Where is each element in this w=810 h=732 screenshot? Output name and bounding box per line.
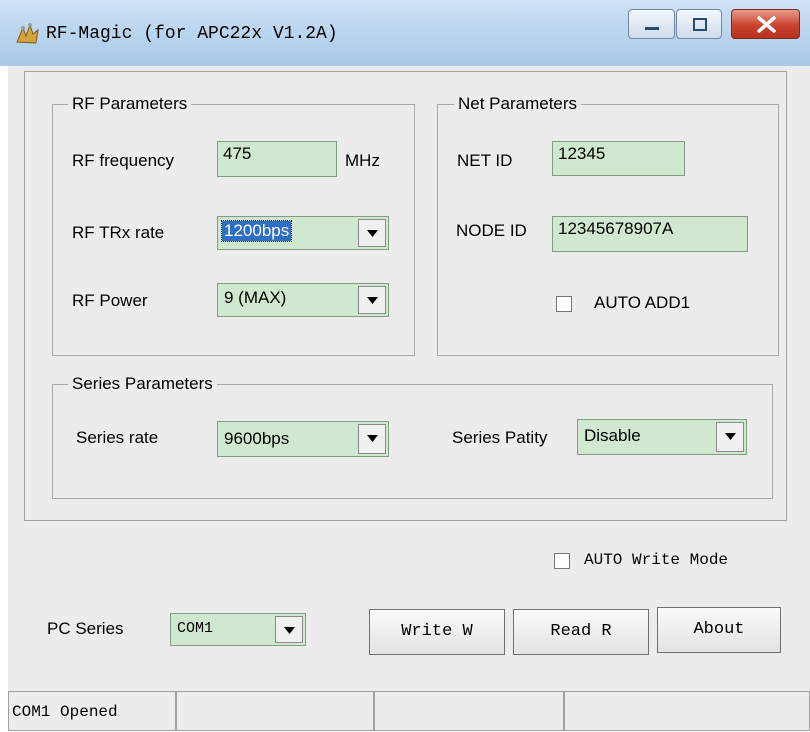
- rf-power-value: 9 (MAX): [224, 288, 287, 307]
- auto-write-mode-label: AUTO Write Mode: [584, 551, 729, 569]
- status-bar: COM1 Opened: [8, 691, 810, 731]
- chevron-down-icon: [367, 230, 378, 237]
- auto-add-checkbox[interactable]: [556, 296, 572, 312]
- rf-trx-rate-dropdown-button[interactable]: [358, 219, 386, 247]
- node-id-input[interactable]: 12345678907A: [552, 216, 748, 252]
- status-pane-4: [564, 691, 810, 731]
- chevron-down-icon: [284, 627, 295, 634]
- auto-add-label: AUTO ADD1: [594, 293, 691, 312]
- pc-series-dropdown-button[interactable]: [275, 616, 303, 643]
- chevron-down-icon: [367, 297, 378, 304]
- window-title: RF-Magic (for APC22x V1.2A): [46, 24, 338, 44]
- rf-frequency-label: RF frequency: [72, 151, 175, 170]
- pc-series-select[interactable]: COM1: [170, 613, 306, 646]
- series-rate-value: 9600bps: [224, 429, 290, 448]
- minimize-icon: [645, 27, 659, 30]
- auto-write-mode-checkbox[interactable]: [554, 553, 570, 569]
- rf-frequency-input[interactable]: 475: [217, 141, 337, 177]
- chevron-down-icon: [725, 433, 736, 440]
- maximize-icon: [693, 18, 707, 31]
- series-rate-label: Series rate: [76, 428, 159, 447]
- close-icon: [757, 16, 776, 33]
- rf-trx-rate-label: RF TRx rate: [72, 223, 165, 242]
- rf-power-dropdown-button[interactable]: [358, 286, 386, 314]
- rf-frequency-unit: MHz: [345, 151, 380, 170]
- series-parameters-title: Series Parameters: [68, 374, 217, 394]
- status-pane-3: [374, 691, 564, 731]
- series-rate-select[interactable]: 9600bps: [217, 421, 389, 457]
- net-id-input[interactable]: 12345: [552, 141, 685, 176]
- minimize-button[interactable]: [628, 9, 675, 39]
- rf-trx-rate-value: 1200bps: [220, 220, 293, 242]
- node-id-label: NODE ID: [456, 221, 527, 240]
- maximize-button[interactable]: [676, 9, 722, 39]
- close-button[interactable]: [731, 9, 800, 39]
- about-button[interactable]: About: [657, 607, 781, 653]
- series-parity-dropdown-button[interactable]: [716, 422, 744, 452]
- chevron-down-icon: [367, 435, 378, 442]
- pc-series-value: COM1: [177, 620, 214, 637]
- series-parity-value: Disable: [584, 426, 641, 445]
- net-parameters-title: Net Parameters: [454, 94, 582, 114]
- pc-series-label: PC Series: [47, 619, 124, 638]
- status-text: COM1 Opened: [8, 691, 176, 731]
- rf-parameters-title: RF Parameters: [68, 94, 192, 114]
- series-rate-dropdown-button[interactable]: [358, 424, 386, 454]
- rf-trx-rate-select[interactable]: 1200bps: [217, 216, 389, 250]
- status-pane-2: [176, 691, 374, 731]
- rf-power-label: RF Power: [72, 291, 148, 310]
- rf-power-select[interactable]: 9 (MAX): [217, 283, 389, 317]
- write-button[interactable]: Write W: [369, 609, 505, 655]
- series-parity-label: Series Patity: [452, 428, 548, 447]
- title-bar[interactable]: RF-Magic (for APC22x V1.2A): [0, 0, 810, 66]
- net-id-label: NET ID: [457, 151, 513, 170]
- read-button[interactable]: Read R: [513, 609, 649, 655]
- app-icon[interactable]: [14, 22, 42, 46]
- series-parity-select[interactable]: Disable: [577, 419, 747, 455]
